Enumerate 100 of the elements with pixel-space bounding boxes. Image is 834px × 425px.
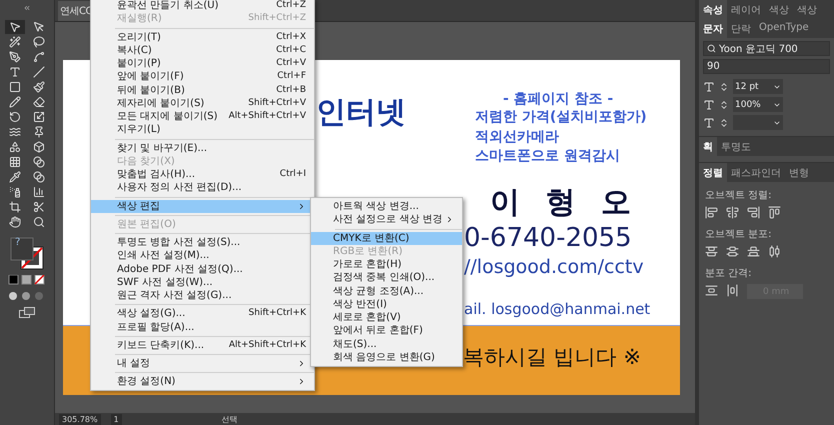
- menu-item[interactable]: 앞에서 뒤로 혼합(F): [311, 324, 462, 338]
- align-top-icon[interactable]: [768, 206, 781, 219]
- eraser-tool-icon: [33, 96, 45, 108]
- menu-item[interactable]: 검정색 중복 인쇄(O)...: [311, 271, 462, 284]
- font-size-field[interactable]: 12 pt: [733, 79, 783, 94]
- horizontal-spacing-icon[interactable]: [726, 284, 739, 297]
- brush-tool-icon: [33, 81, 45, 93]
- zoom-field[interactable]: 305.78%: [59, 414, 101, 424]
- align-label: 오브젝트 정렬:: [705, 189, 773, 202]
- menu-item[interactable]: 앞에 붙이기(F) Ctrl+F: [91, 70, 314, 84]
- menu-item[interactable]: 맞춤법 검사(H)... Ctrl+I: [91, 168, 314, 182]
- panel-tab[interactable]: 패스파인더: [727, 163, 785, 182]
- feature-line: 적외선카메라: [475, 128, 559, 146]
- menu-item[interactable]: 세로로 혼합(V): [311, 311, 462, 324]
- fill-unknown-label: ?: [15, 237, 20, 248]
- align-right-icon[interactable]: [747, 206, 760, 219]
- menu-item[interactable]: 내 설정: [91, 357, 314, 370]
- panel-tab[interactable]: OpenType: [755, 19, 813, 38]
- distribute-bottom-icon[interactable]: [747, 245, 760, 258]
- menu-item[interactable]: 채도(S)...: [311, 338, 462, 351]
- fill-stroke-swatch[interactable]: [9, 237, 45, 271]
- status-text: 선택: [222, 414, 238, 424]
- phone-number: 0-6740-2055: [464, 223, 632, 253]
- subheading: - 홈페이지 참조 -: [503, 90, 614, 108]
- distribute-center-icon[interactable]: [726, 245, 739, 258]
- align-center-icon[interactable]: [726, 206, 739, 219]
- menu-item[interactable]: 키보드 단축키(K)... Alt+Shift+Ctrl+K: [91, 338, 314, 352]
- banner-text: 복하시길 빕니다 ※: [463, 344, 641, 371]
- kerning-icon: [703, 116, 715, 128]
- perspective-tool-icon: [33, 141, 45, 153]
- panel-tab[interactable]: 변형: [785, 163, 813, 182]
- panel-tab[interactable]: 색상: [793, 0, 821, 19]
- menu-item[interactable]: 가로로 혼합(H): [311, 258, 462, 272]
- collapse-icon[interactable]: [23, 4, 31, 12]
- panel-tab[interactable]: 정렬: [699, 163, 727, 182]
- menu-item[interactable]: 프로필 할당(A)...: [91, 320, 314, 334]
- menu-item[interactable]: 오리기(T) Ctrl+X: [91, 30, 314, 44]
- type-tool-icon: [9, 66, 21, 78]
- menu-item[interactable]: 환경 설정(N): [91, 375, 314, 388]
- mesh-tool-icon: [9, 156, 21, 168]
- menu-item[interactable]: 사용자 정의 사전 편집(D)...: [91, 181, 314, 194]
- big-heading: 인터넷: [316, 94, 406, 132]
- chart-tool-icon: [33, 186, 45, 198]
- eyedropper-tool-icon: [9, 171, 21, 183]
- menu-item[interactable]: 투명도 병합 사전 설정(S)...: [91, 236, 314, 250]
- scissors-tool-icon: [33, 201, 45, 213]
- font-family-field[interactable]: Yoon 윤고딕 700: [703, 41, 830, 56]
- scale-tool-icon: [33, 111, 45, 123]
- stepper-icon[interactable]: [719, 82, 729, 92]
- menu-item[interactable]: 복사(C) Ctrl+C: [91, 44, 314, 57]
- align-left-icon[interactable]: [705, 206, 718, 219]
- menu-item[interactable]: 회색 음영으로 변환(G): [311, 350, 462, 364]
- color-mode-swatches[interactable]: [7, 275, 47, 285]
- distribute-horizontal-icon[interactable]: [768, 245, 781, 258]
- menu-item[interactable]: 아트웍 색상 변경...: [311, 200, 462, 214]
- menu-item[interactable]: 뒤에 붙이기(B) Ctrl+B: [91, 84, 314, 97]
- menu-item[interactable]: 모든 대지에 붙이기(S) Alt+Shift+Ctrl+V: [91, 110, 314, 124]
- menu-item[interactable]: 윤곽선 만들기 취소(U) Ctrl+Z: [91, 0, 314, 12]
- menu-item[interactable]: 색상 반전(I): [311, 298, 462, 311]
- menu-item[interactable]: 색상 설정(G)... Shift+Ctrl+K: [91, 307, 314, 320]
- vertical-spacing-icon[interactable]: [705, 284, 718, 297]
- distribute-label: 오브젝트 분포:: [705, 228, 773, 241]
- rotate-tool-icon: [9, 111, 21, 123]
- magic-wand-tool-icon: [9, 36, 21, 48]
- stepper-icon[interactable]: [719, 118, 729, 128]
- menu-item[interactable]: 찾기 및 바꾸기(E)...: [91, 142, 314, 155]
- menu-item[interactable]: CMYK로 변환(C): [311, 232, 462, 245]
- panel-tab[interactable]: 레이어: [727, 0, 765, 19]
- zoom-tool-icon: [33, 216, 45, 228]
- distribute-top-icon[interactable]: [705, 245, 718, 258]
- kerning-field[interactable]: [733, 115, 783, 130]
- person-name: 이 형 오: [490, 184, 638, 222]
- shape-builder-tool-icon: [9, 141, 21, 153]
- stepper-icon[interactable]: [719, 100, 729, 110]
- menu-item[interactable]: 인쇄 사전 설정(M)...: [91, 249, 314, 262]
- gradient-tool-icon: [33, 156, 45, 168]
- menu-item[interactable]: 색상 균형 조정(A)...: [311, 284, 462, 298]
- panel-tab[interactable]: 투명도: [717, 137, 755, 156]
- menu-item[interactable]: 원근 격자 사전 설정(G)...: [91, 289, 314, 302]
- feature-line: 저렴한 가격(설치비포함가): [475, 108, 647, 126]
- menu-item[interactable]: 지우기(L): [91, 123, 314, 136]
- menu-item[interactable]: SWF 사전 설정(W)...: [91, 276, 314, 289]
- screen-mode-icon[interactable]: [19, 307, 35, 318]
- menu-item[interactable]: 제자리에 붙이기(S) Shift+Ctrl+V: [91, 96, 314, 110]
- panel-tab[interactable]: 획: [699, 137, 717, 156]
- menu-item[interactable]: 사전 설정으로 색상 변경: [311, 213, 462, 226]
- leading-icon: [703, 98, 715, 110]
- pencil-tool-icon: [9, 96, 21, 108]
- lasso-tool-icon: [33, 36, 45, 48]
- artboard-field[interactable]: 1: [110, 414, 122, 424]
- tool-button[interactable]: [5, 20, 25, 34]
- panel-tab[interactable]: 문자: [699, 19, 727, 38]
- panel-tab[interactable]: 단락: [727, 19, 755, 38]
- menu-item[interactable]: 붙이기(P) Ctrl+V: [91, 57, 314, 70]
- panel-tab[interactable]: 속성: [699, 0, 727, 19]
- selection-tool-icon: [9, 21, 21, 33]
- panel-tab[interactable]: 색상: [765, 0, 793, 19]
- font-style-field[interactable]: 90: [703, 59, 830, 74]
- leading-field[interactable]: 100%: [733, 97, 783, 112]
- menu-item[interactable]: Adobe PDF 사전 설정(Q)...: [91, 262, 314, 276]
